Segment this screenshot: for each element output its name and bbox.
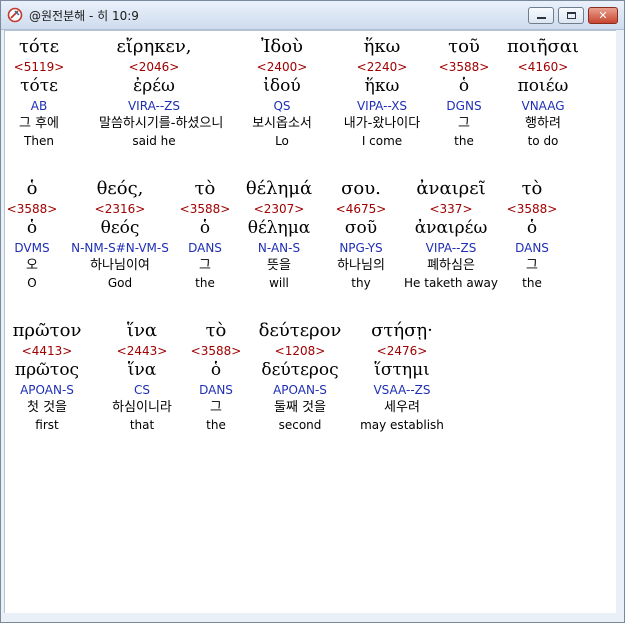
word-block[interactable]: τὸ <3588> ὁ DANS 그 the — [477, 177, 587, 291]
korean-gloss: 세우려 — [384, 400, 420, 415]
app-logo-icon — [7, 7, 23, 23]
korean-gloss: 행하려 — [525, 116, 561, 131]
bottom-frame — [1, 613, 624, 622]
lemma: ἐρέω — [133, 76, 175, 96]
word-block[interactable]: εἴρηκεν, <2046> ἐρέω VIRA--ZS 말씀하시기를-하셨으… — [99, 35, 224, 149]
morph-code[interactable]: VIRA--ZS — [99, 97, 209, 115]
greek-word: Ἰδοὺ — [261, 36, 303, 57]
morph-code[interactable]: DANS — [477, 239, 587, 257]
minimize-icon — [537, 17, 546, 19]
morph-code[interactable]: VNAAG — [488, 97, 598, 115]
maximize-icon — [567, 12, 576, 19]
lemma: ὁ — [526, 218, 538, 238]
minimize-button[interactable] — [528, 7, 554, 24]
word-block[interactable]: δεύτερον <1208> δεύτερος APOAN-S 둘째 것을 s… — [245, 319, 355, 433]
close-button[interactable]: ✕ — [588, 7, 618, 24]
window-title: @원전분해 - 히 10:9 — [29, 9, 139, 23]
greek-word: στήσῃ· — [371, 320, 433, 341]
maximize-button[interactable] — [558, 7, 584, 24]
close-icon: ✕ — [598, 9, 608, 22]
word-block[interactable]: τότε <5119> τότε AB 그 후에 Then — [0, 35, 94, 149]
strong-number[interactable]: <2476> — [347, 343, 457, 359]
english-gloss: second — [278, 418, 322, 432]
strong-number[interactable]: <2046> — [99, 59, 209, 75]
word-block[interactable]: Ἰδοὺ <2400> ἰδού QS 보시옵소서 Lo — [227, 35, 337, 149]
greek-word: εἴρηκεν, — [116, 36, 192, 57]
lemma: ποιέω — [517, 76, 569, 96]
korean-gloss: 말씀하시기를-하셨으니 — [99, 116, 224, 131]
lemma: τότε — [20, 76, 58, 96]
korean-gloss: 그 — [526, 258, 538, 273]
morph-code[interactable]: AB — [0, 97, 94, 115]
english-gloss: may establish — [360, 418, 444, 432]
strong-number[interactable]: <2400> — [227, 59, 337, 75]
app-window: @원전분해 - 히 10:9 ✕ τότε <5119> τότε AB 그 후… — [0, 0, 625, 623]
korean-gloss: 그 후에 — [18, 116, 59, 131]
english-gloss: Lo — [275, 134, 289, 148]
title-bar[interactable]: @원전분해 - 히 10:9 ✕ — [1, 1, 624, 30]
right-frame — [616, 30, 624, 613]
strong-number[interactable]: <4160> — [488, 59, 598, 75]
english-gloss: Then — [24, 134, 54, 148]
greek-word: ποιῆσαι — [506, 36, 579, 57]
greek-word: δεύτερον — [258, 320, 342, 341]
word-block[interactable]: ποιῆσαι <4160> ποιέω VNAAG 행하려 to do — [488, 35, 598, 149]
lemma: ἵστημι — [374, 360, 430, 380]
korean-gloss: 둘째 것을 — [274, 400, 326, 415]
greek-word: τὸ — [521, 178, 543, 199]
lemma: ἰδού — [263, 76, 301, 96]
english-gloss: said he — [132, 134, 176, 148]
lemma: δεύτερος — [261, 360, 339, 380]
greek-word: τότε — [18, 36, 60, 57]
strong-number[interactable]: <3588> — [477, 201, 587, 217]
morph-code[interactable]: APOAN-S — [245, 381, 355, 399]
english-gloss: the — [522, 276, 542, 290]
morph-code[interactable]: QS — [227, 97, 337, 115]
morph-code[interactable]: VSAA--ZS — [347, 381, 457, 399]
strong-number[interactable]: <1208> — [245, 343, 355, 359]
english-gloss: to do — [527, 134, 559, 148]
strong-number[interactable]: <5119> — [0, 59, 94, 75]
korean-gloss: 보시옵소서 — [252, 116, 312, 131]
interlinear-panel[interactable]: τότε <5119> τότε AB 그 후에 Then εἴρηκεν, <… — [4, 30, 618, 615]
word-block[interactable]: στήσῃ· <2476> ἵστημι VSAA--ZS 세우려 may es… — [347, 319, 457, 433]
